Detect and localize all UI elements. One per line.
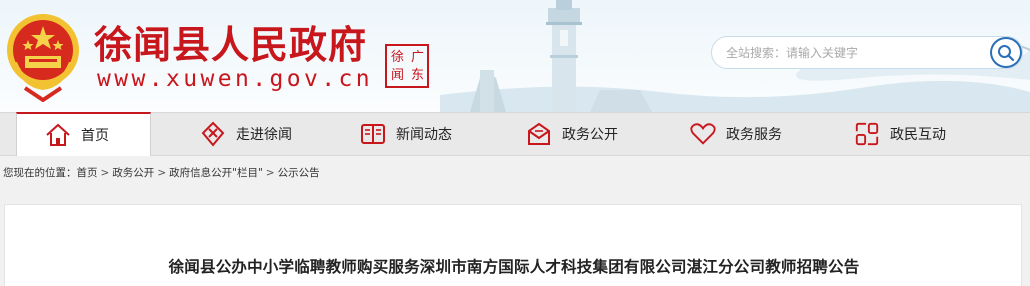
main-nav: 首页 走进徐闻 新闻动态 政务公开 政务服务 政民互动 [0,112,1030,156]
nav-item-public-interaction[interactable]: 政民互动 [854,113,946,155]
nav-item-label: 首页 [81,128,109,144]
national-emblem-icon [7,14,79,102]
breadcrumb-link-home[interactable]: 首页 [77,167,98,179]
breadcrumb-separator: > [265,167,275,179]
nav-item-news[interactable]: 新闻动态 [360,113,452,155]
interaction-icon [854,121,880,147]
search-icon [998,44,1015,61]
breadcrumb-link-announcements[interactable]: 公示公告 [278,167,320,179]
seal-char: 广 [411,50,425,65]
nav-item-label: 政务公开 [562,127,618,143]
nav-item-label: 走进徐闻 [236,127,292,143]
site-name: 徐闻县人民政府 [94,22,368,67]
article-panel: 徐闻县公办中小学临聘教师购买服务深圳市南方国际人才科技集团有限公司湛江分公司教师… [4,204,1022,286]
compass-icon [200,121,226,147]
breadcrumb-link-government-affairs[interactable]: 政务公开 [112,167,154,179]
nav-item-label: 政民互动 [890,127,946,143]
search-input[interactable] [726,44,976,62]
search-button[interactable] [990,37,1022,68]
newspaper-icon [360,121,386,147]
nav-item-about-xuwen[interactable]: 走进徐闻 [200,113,292,155]
guangdong-seal: 徐 闻 广 东 [385,44,429,88]
home-icon [45,122,71,148]
site-header: 徐闻县人民政府 www.xuwen.gov.cn 徐 闻 广 东 [0,0,1030,112]
breadcrumb-prefix: 您现在的位置： [3,167,77,179]
nav-item-home[interactable]: 首页 [16,112,151,156]
site-url: www.xuwen.gov.cn [97,66,373,92]
search-box[interactable] [711,36,1023,69]
nav-item-government-services[interactable]: 政务服务 [690,113,782,155]
mail-icon [526,121,552,147]
seal-char: 徐 [391,50,405,65]
breadcrumb-link-info-disclosure[interactable]: 政府信息公开"栏目" [169,167,263,179]
seal-char: 东 [411,68,425,83]
article-title: 徐闻县公办中小学临聘教师购买服务深圳市南方国际人才科技集团有限公司湛江分公司教师… [168,258,860,276]
nav-item-label: 新闻动态 [396,127,452,143]
nav-item-label: 政务服务 [726,127,782,143]
breadcrumb-separator: > [157,167,167,179]
breadcrumb: 您现在的位置：首页 > 政务公开 > 政府信息公开"栏目" > 公示公告 [3,165,320,180]
seal-char: 闻 [391,68,405,83]
breadcrumb-separator: > [100,167,110,179]
heart-icon [690,121,716,147]
nav-item-government-affairs[interactable]: 政务公开 [526,113,618,155]
